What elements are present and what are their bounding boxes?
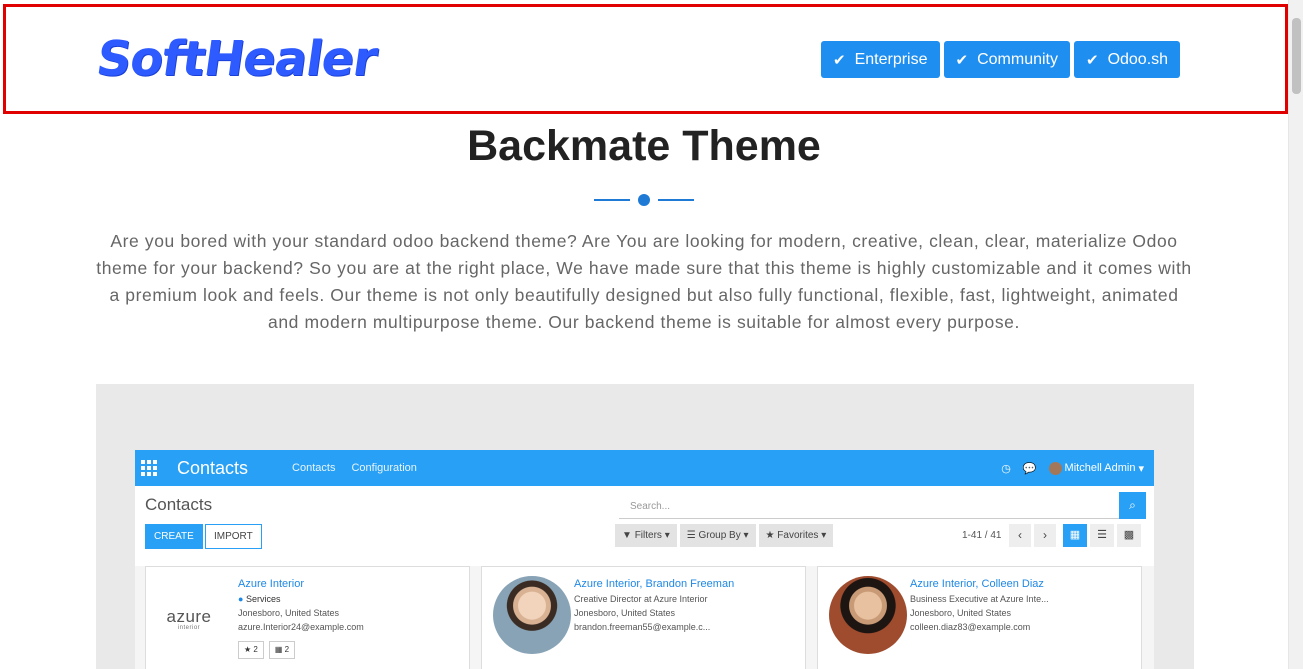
odoo-sh-button[interactable]: ✔ Odoo.sh bbox=[1073, 41, 1181, 78]
chevron-right-icon[interactable]: › bbox=[1034, 524, 1056, 547]
list-view-icon[interactable]: ☰ bbox=[1090, 524, 1114, 547]
community-label: Community bbox=[977, 50, 1058, 68]
title-divider bbox=[594, 193, 694, 207]
app-navbar: Contacts Contacts Configuration ◷ 💬 Mitc… bbox=[135, 450, 1154, 486]
activity-icon[interactable]: ◷ bbox=[1001, 462, 1011, 475]
search-input[interactable]: Search... bbox=[619, 492, 1124, 519]
azure-logo: azure interior bbox=[166, 607, 212, 631]
contact-location: Jonesboro, United States bbox=[238, 608, 340, 618]
divider-line-right bbox=[658, 199, 694, 201]
pager-value[interactable]: 1-41 / 41 bbox=[962, 530, 1001, 541]
contact-photo bbox=[493, 576, 571, 654]
divider-dot bbox=[638, 194, 650, 206]
navbar-right: ◷ 💬 Mitchell Admin ▾ bbox=[1001, 450, 1144, 486]
grid-view-icon[interactable]: ▩ bbox=[1117, 524, 1141, 547]
theme-screenshot-preview: Contacts Contacts Configuration ◷ 💬 Mitc… bbox=[96, 384, 1194, 669]
breadcrumb: Contacts bbox=[145, 495, 213, 514]
menu-contacts[interactable]: Contacts bbox=[292, 462, 335, 474]
caret-down-icon: ▾ bbox=[1138, 462, 1144, 475]
create-button[interactable]: CREATE bbox=[145, 524, 203, 549]
chat-icon[interactable]: 💬 bbox=[1023, 462, 1037, 475]
contact-name[interactable]: Azure Interior, Colleen Diaz bbox=[910, 578, 1049, 590]
contact-card-body: Azure Interior ● Services Jonesboro, Uni… bbox=[238, 578, 364, 632]
contact-email: azure.Interior24@example.com bbox=[238, 622, 364, 632]
odoo-app-preview: Contacts Contacts Configuration ◷ 💬 Mitc… bbox=[135, 450, 1154, 669]
check-icon: ✔ bbox=[1085, 51, 1099, 69]
check-icon: ✔ bbox=[833, 51, 846, 69]
apps-grid-icon[interactable] bbox=[141, 460, 157, 476]
check-icon: ✔ bbox=[955, 51, 969, 69]
contact-name[interactable]: Azure Interior bbox=[238, 578, 364, 590]
community-button[interactable]: ✔ Community bbox=[943, 41, 1070, 78]
app-name: Contacts bbox=[177, 457, 249, 478]
user-menu[interactable]: Mitchell Admin ▾ bbox=[1048, 461, 1144, 475]
contact-photo bbox=[829, 576, 907, 654]
odoo-sh-label: Odoo.sh bbox=[1107, 50, 1169, 68]
divider-line-left bbox=[594, 199, 630, 201]
opportunities-badge[interactable]: ★ 2 bbox=[238, 641, 264, 659]
contact-location: Jonesboro, United States bbox=[910, 608, 1012, 618]
contact-title: Creative Director at Azure Interior bbox=[574, 594, 708, 604]
view-switcher: ▦ ☰ ▩ bbox=[1063, 524, 1141, 547]
contact-title: Business Executive at Azure Inte... bbox=[910, 594, 1049, 604]
contact-email: colleen.diaz83@example.com bbox=[910, 622, 1031, 632]
contact-location: Jonesboro, United States bbox=[574, 608, 676, 618]
menu-configuration[interactable]: Configuration bbox=[351, 462, 416, 474]
contact-name[interactable]: Azure Interior, Brandon Freeman bbox=[574, 578, 734, 590]
page-scrollbar[interactable] bbox=[1288, 0, 1303, 669]
contact-tag: ● Services bbox=[238, 594, 281, 604]
softhealer-logo[interactable]: SoftHealer bbox=[93, 31, 380, 87]
contact-card-body: Azure Interior, Colleen Diaz Business Ex… bbox=[910, 578, 1049, 632]
user-avatar bbox=[1048, 461, 1062, 475]
contact-card-body: Azure Interior, Brandon Freeman Creative… bbox=[574, 578, 734, 632]
enterprise-label: Enterprise bbox=[854, 50, 928, 68]
control-panel: Contacts CREATE IMPORT Search... ⌕ ▼ Fil… bbox=[135, 486, 1154, 566]
pager-buttons: ‹ › bbox=[1009, 524, 1056, 547]
theme-description: Are you bored with your standard odoo ba… bbox=[96, 231, 1192, 332]
meetings-badge[interactable]: ▦ 2 bbox=[268, 641, 296, 659]
version-buttons: ✔ Enterprise ✔ Community ✔ Odoo.sh bbox=[821, 41, 1181, 78]
scrollbar-thumb[interactable] bbox=[1292, 18, 1301, 94]
search-icon[interactable]: ⌕ bbox=[1119, 492, 1146, 519]
filters-dropdown[interactable]: ▼ Filters ▾ bbox=[615, 524, 677, 547]
card-badges: ★ 2 ▦ 2 bbox=[238, 641, 296, 659]
group-by-dropdown[interactable]: ☰ Group By ▾ bbox=[679, 524, 756, 547]
contact-card[interactable]: Azure Interior, Colleen Diaz Business Ex… bbox=[817, 566, 1142, 669]
page: SoftHealer ✔ Enterprise ✔ Community ✔ Od… bbox=[0, 0, 1303, 669]
favorites-dropdown[interactable]: ★ Favorites ▾ bbox=[758, 524, 834, 547]
kanban-view-icon[interactable]: ▦ bbox=[1063, 524, 1087, 547]
enterprise-button[interactable]: ✔ Enterprise bbox=[821, 41, 940, 78]
contact-email: brandon.freeman55@example.c... bbox=[574, 622, 711, 632]
import-button[interactable]: IMPORT bbox=[205, 524, 262, 549]
page-title: Backmate Theme bbox=[467, 122, 821, 170]
user-name: Mitchell Admin bbox=[1064, 462, 1136, 474]
kanban-cards: azure interior Azure Interior ● Services… bbox=[145, 566, 1142, 669]
contact-card[interactable]: azure interior Azure Interior ● Services… bbox=[145, 566, 470, 669]
chevron-left-icon[interactable]: ‹ bbox=[1009, 524, 1031, 547]
contact-card[interactable]: Azure Interior, Brandon Freeman Creative… bbox=[481, 566, 806, 669]
search-options: ▼ Filters ▾ ☰ Group By ▾ ★ Favorites ▾ bbox=[615, 524, 834, 547]
